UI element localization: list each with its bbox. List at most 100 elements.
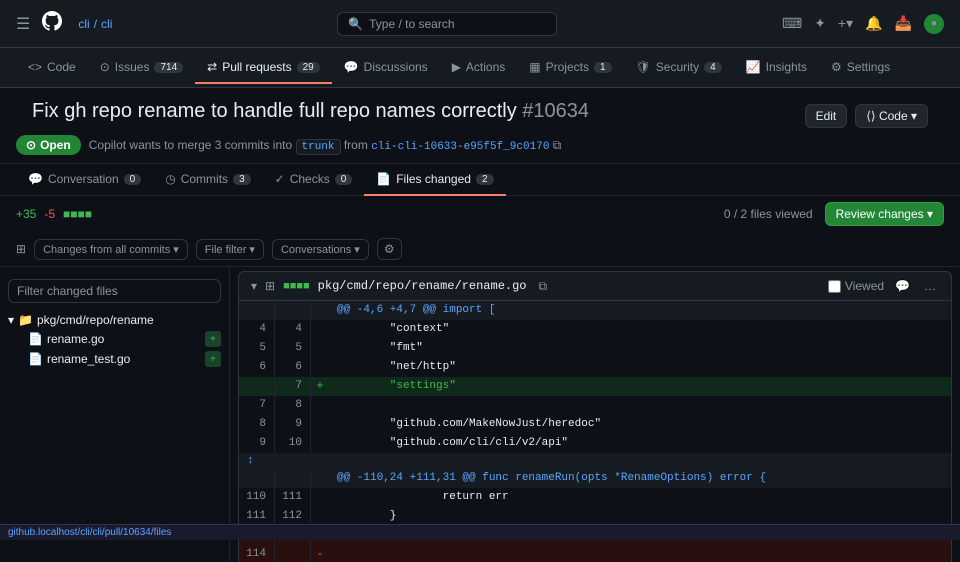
- tab-settings[interactable]: ⚙ Settings: [819, 52, 902, 84]
- tree-folder-rename[interactable]: ▾ 📁 pkg/cmd/repo/rename: [0, 311, 229, 329]
- top-nav: ☰ cli / cli 🔍 Type / to search ⌨ ✦ +▾ 🔔 …: [0, 0, 960, 48]
- pr-header: Fix gh repo rename to handle full repo n…: [0, 88, 960, 164]
- breadcrumb-org[interactable]: cli: [78, 17, 89, 31]
- viewed-count: 0 / 2 files viewed: [724, 207, 813, 221]
- terminal-icon[interactable]: ⌨: [782, 15, 802, 32]
- tab-security[interactable]: 🛡 Security 4: [624, 52, 734, 84]
- file-tree: ▾ 📁 pkg/cmd/repo/rename 📄 rename.go + 📄 …: [0, 267, 230, 562]
- insights-icon: 📈: [746, 60, 761, 74]
- tree-file-rename-go[interactable]: 📄 rename.go +: [0, 329, 229, 349]
- tab-issues[interactable]: ⊙ Issues 714: [88, 52, 195, 84]
- comment-button[interactable]: 💬: [892, 278, 913, 294]
- tab-settings-label: Settings: [847, 60, 890, 74]
- tab-pr-label: Pull requests: [222, 60, 291, 74]
- diff-file-header: ▾ ⊞ ■■■■ pkg/cmd/repo/rename/rename.go ⧉…: [238, 271, 952, 301]
- tab-commits[interactable]: ◷ Commits 3: [153, 164, 262, 196]
- file-name: rename.go: [47, 332, 104, 346]
- search-box[interactable]: 🔍 Type / to search: [337, 12, 557, 36]
- review-changes-button[interactable]: Review changes ▾: [825, 202, 944, 226]
- tab-actions-label: Actions: [466, 60, 505, 74]
- pr-meta-text: Copilot wants to merge 3 commits into tr…: [89, 138, 562, 153]
- more-actions-button[interactable]: …: [921, 278, 939, 294]
- tab-conversation[interactable]: 💬 Conversation 0: [16, 164, 153, 196]
- source-branch[interactable]: cli-cli-10633-e95f5f_9c0170: [371, 141, 549, 153]
- viewed-label[interactable]: Viewed: [828, 279, 884, 293]
- tab-projects[interactable]: ▦ Projects 1: [517, 52, 623, 84]
- diff-row: 7 8: [239, 396, 951, 415]
- conversations-filter[interactable]: Conversations ▾: [272, 239, 369, 260]
- code-button-label: ⟨⟩ Code ▾: [866, 109, 917, 123]
- pr-title: Fix gh repo rename to handle full repo n…: [32, 100, 589, 123]
- expand-all-icon[interactable]: ⊞: [16, 242, 26, 256]
- folder-collapse-icon: ▾: [8, 313, 14, 327]
- tab-insights-label: Insights: [766, 60, 807, 74]
- files-icon: 📄: [376, 172, 391, 186]
- tab-code[interactable]: <> Code: [16, 52, 88, 84]
- security-icon: 🛡: [636, 60, 651, 74]
- tree-file-rename-test-go[interactable]: 📄 rename_test.go +: [0, 349, 229, 369]
- file-add-badge: +: [205, 331, 221, 347]
- diff-row-removed: 114 -: [239, 545, 951, 562]
- diff-row: 8 9 "github.com/MakeNowJust/heredoc": [239, 415, 951, 434]
- projects-badge: 1: [594, 62, 612, 73]
- checks-icon: ✓: [275, 172, 285, 186]
- conversation-badge: 0: [124, 174, 142, 185]
- tab-security-label: Security: [656, 60, 699, 74]
- diff-expand[interactable]: ↕: [239, 453, 951, 469]
- security-badge: 4: [704, 62, 722, 73]
- breadcrumb: cli / cli: [78, 17, 112, 31]
- tab-pull-requests[interactable]: ⇄ Pull requests 29: [195, 52, 332, 84]
- checks-badge: 0: [335, 174, 353, 185]
- folder-name: pkg/cmd/repo/rename: [37, 313, 154, 327]
- issues-badge: 714: [154, 62, 183, 73]
- file-tree-search-area: [0, 275, 229, 307]
- github-logo: [42, 11, 62, 37]
- diff-view: ▾ ⊞ ■■■■ pkg/cmd/repo/rename/rename.go ⧉…: [230, 267, 960, 562]
- file-test-name: rename_test.go: [47, 352, 130, 366]
- search-icon: 🔍: [348, 17, 363, 31]
- copilot-icon[interactable]: ✦: [814, 15, 826, 32]
- copy-icon[interactable]: ⧉: [553, 138, 562, 152]
- target-branch[interactable]: trunk: [296, 139, 341, 155]
- copy-path-icon[interactable]: ⧉: [539, 279, 548, 294]
- tab-files-changed[interactable]: 📄 Files changed 2: [364, 164, 505, 196]
- breadcrumb-sep: /: [94, 17, 97, 31]
- viewed-checkbox[interactable]: [828, 280, 841, 293]
- expand-icon: ↕: [247, 455, 254, 467]
- edit-button[interactable]: Edit: [805, 104, 848, 128]
- issues-icon: ⊙: [100, 60, 110, 74]
- notifications-icon[interactable]: 🔔: [865, 15, 882, 32]
- files-badge: 2: [476, 174, 494, 185]
- breadcrumb-repo[interactable]: cli: [101, 17, 112, 31]
- hamburger-icon[interactable]: ☰: [16, 14, 30, 34]
- tab-code-label: Code: [47, 60, 76, 74]
- pr-number: #10634: [522, 100, 589, 122]
- add-menu[interactable]: +▾: [838, 15, 853, 32]
- file-filter[interactable]: File filter ▾: [196, 239, 264, 260]
- file-test-add-badge: +: [205, 351, 221, 367]
- tab-checks[interactable]: ✓ Checks 0: [263, 164, 365, 196]
- code-button[interactable]: ⟨⟩ Code ▾: [855, 104, 928, 128]
- deletions-stat: -5: [44, 207, 55, 221]
- additions-stat: +35: [16, 207, 36, 221]
- commits-badge: 3: [233, 174, 251, 185]
- diff-hunk-stat: ■■■■: [283, 280, 310, 292]
- pr-status-badge: ⊙ Open: [16, 135, 81, 155]
- diff-settings-button[interactable]: ⚙: [377, 238, 402, 260]
- inbox-icon[interactable]: 📥: [895, 15, 912, 32]
- pr-tabs: 💬 Conversation 0 ◷ Commits 3 ✓ Checks 0 …: [0, 164, 960, 196]
- diff-expand-icon[interactable]: ⊞: [265, 279, 275, 293]
- changes-from-filter[interactable]: Changes from all commits ▾: [34, 239, 188, 260]
- tab-discussions[interactable]: 💬 Discussions: [332, 52, 440, 84]
- tab-insights[interactable]: 📈 Insights: [734, 52, 819, 84]
- file-actions: Viewed 💬 …: [828, 278, 939, 294]
- pr-meta: ⊙ Open Copilot wants to merge 3 commits …: [16, 135, 944, 155]
- avatar[interactable]: ●: [924, 14, 944, 34]
- filter-files-input[interactable]: [8, 279, 221, 303]
- diff-row: 4 4 "context": [239, 320, 951, 339]
- tab-actions[interactable]: ▶ Actions: [440, 52, 518, 84]
- pr-header-buttons: Edit ⟨⟩ Code ▾: [805, 104, 928, 128]
- filter-bar: ⊞ Changes from all commits ▾ File filter…: [0, 232, 960, 267]
- file-collapse-icon[interactable]: ▾: [251, 279, 257, 293]
- diff-header-bar: +35 -5 ■■■■ 0 / 2 files viewed Review ch…: [0, 196, 960, 232]
